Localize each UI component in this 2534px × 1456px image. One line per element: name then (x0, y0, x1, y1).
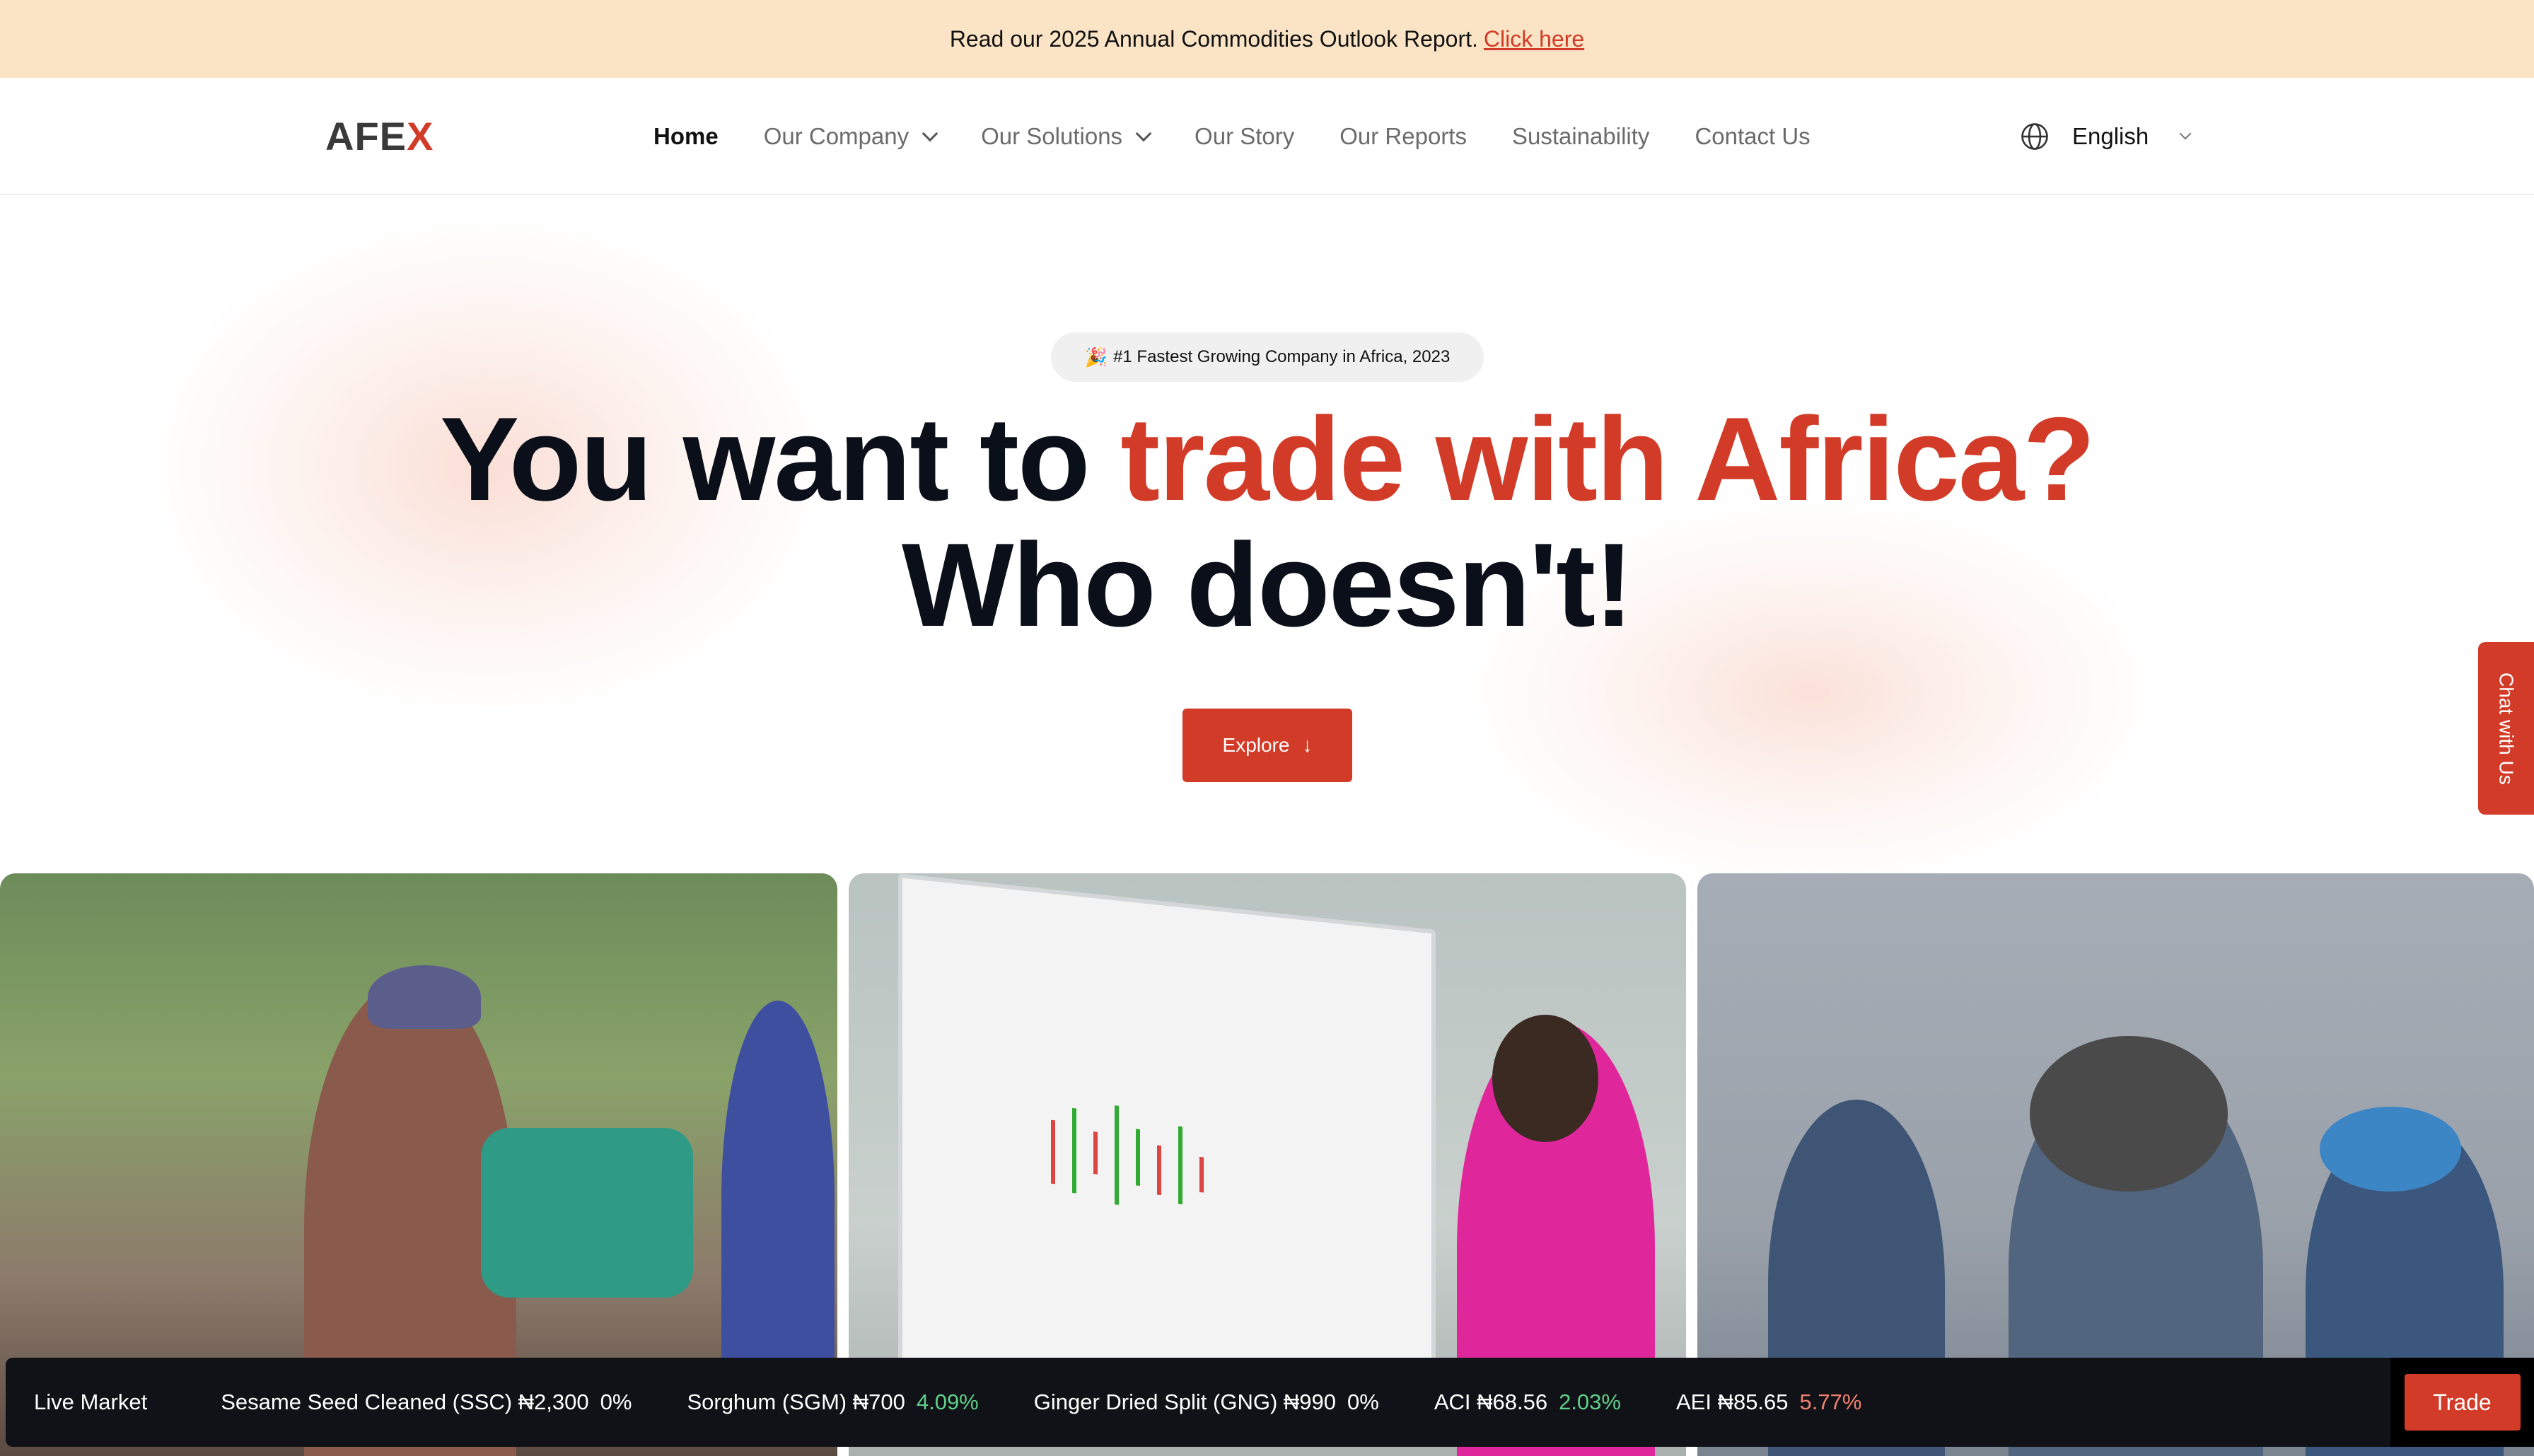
main-nav: AFEX Home Our Company Our Solutions Our … (0, 78, 2534, 195)
arrow-down-icon: ↓ (1302, 734, 1313, 756)
logo-accent: X (407, 114, 434, 158)
explore-label: Explore (1222, 734, 1290, 756)
announcement-bar: Read our 2025 Annual Commodities Outlook… (0, 0, 2534, 78)
award-badge: 🎉 #1 Fastest Growing Company in Africa, … (1051, 332, 1484, 382)
ticker-item-label: Ginger Dried Split (GNG) ₦990 (1033, 1390, 1336, 1414)
chevron-down-icon (1135, 125, 1152, 142)
ticker-item-change: 0% (1347, 1390, 1379, 1414)
ticker-item-change: 2.03% (1559, 1390, 1621, 1414)
nav-menu: Home Our Company Our Solutions Our Story… (653, 78, 1856, 195)
party-popper-icon: 🎉 (1084, 346, 1108, 368)
live-market-title: Live Market (34, 1390, 148, 1414)
globe-icon (2021, 123, 2048, 150)
logo-text: AFE (325, 114, 407, 158)
ticker-item-label: Sorghum (SGM) ₦700 (687, 1390, 905, 1414)
chat-tab-label: Chat with Us (2495, 672, 2518, 785)
chevron-down-icon (2179, 127, 2192, 140)
nav-item-label: Our Story (1195, 123, 1295, 149)
ticker-item[interactable]: Ginger Dried Split (GNG) ₦990 0% (1034, 1390, 1379, 1415)
ticker-item[interactable]: AEI ₦85.65 5.77% (1676, 1390, 1861, 1415)
nav-item-label: Our Solutions (981, 123, 1123, 149)
announcement-text: Read our 2025 Annual Commodities Outlook… (949, 25, 1478, 52)
ticker-item-change: 4.09% (916, 1390, 979, 1414)
trade-button-container: Trade (2390, 1358, 2534, 1447)
ticker-item-change: 0% (600, 1390, 632, 1414)
chat-with-us-tab[interactable]: Chat with Us (2478, 642, 2534, 815)
language-selector[interactable]: English (2020, 78, 2192, 195)
nav-item-home[interactable]: Home (653, 123, 719, 150)
ticker-item[interactable]: ACI ₦68.56 2.03% (1434, 1390, 1621, 1415)
nav-item-label: Contact Us (1695, 123, 1811, 149)
chevron-down-icon (922, 125, 938, 142)
ticker-item-label: Sesame Seed Cleaned (SSC) ₦2,300 (221, 1390, 589, 1414)
ticker-item[interactable]: Sesame Seed Cleaned (SSC) ₦2,300 0% (221, 1390, 632, 1415)
nav-item-contact-us[interactable]: Contact Us (1695, 123, 1810, 150)
nav-item-label: Home (653, 123, 719, 149)
ticker-item-label: AEI ₦85.65 (1675, 1390, 1789, 1414)
explore-button[interactable]: Explore ↓ (1182, 709, 1352, 782)
headline-highlight: trade with Africa? (1120, 392, 2096, 525)
nav-item-our-story[interactable]: Our Story (1195, 123, 1294, 150)
headline-line2: Who doesn't! (901, 518, 1634, 651)
language-label: English (2072, 123, 2149, 149)
ticker-item[interactable]: Sorghum (SGM) ₦700 4.09% (687, 1390, 978, 1415)
nav-item-our-solutions[interactable]: Our Solutions (981, 123, 1152, 150)
award-badge-text: #1 Fastest Growing Company in Africa, 20… (1113, 347, 1451, 366)
ticker-item-change: 5.77% (1799, 1390, 1862, 1414)
headline-part1: You want to (440, 392, 1121, 525)
nav-item-label: Our Reports (1339, 123, 1467, 149)
live-market-ticker: Live Market Sesame Seed Cleaned (SSC) ₦2… (6, 1358, 2534, 1447)
nav-item-sustainability[interactable]: Sustainability (1512, 123, 1649, 150)
hero-headline: You want to trade with Africa? Who doesn… (0, 396, 2534, 648)
trade-button[interactable]: Trade (2404, 1374, 2521, 1431)
nav-item-label: Our Company (763, 123, 909, 149)
announcement-link[interactable]: Click here (1484, 26, 1584, 52)
nav-item-our-company[interactable]: Our Company (763, 123, 938, 150)
afex-logo[interactable]: AFEX (325, 113, 434, 159)
nav-item-our-reports[interactable]: Our Reports (1339, 123, 1467, 150)
ticker-item-label: ACI ₦68.56 (1434, 1390, 1548, 1414)
nav-item-label: Sustainability (1511, 123, 1650, 149)
